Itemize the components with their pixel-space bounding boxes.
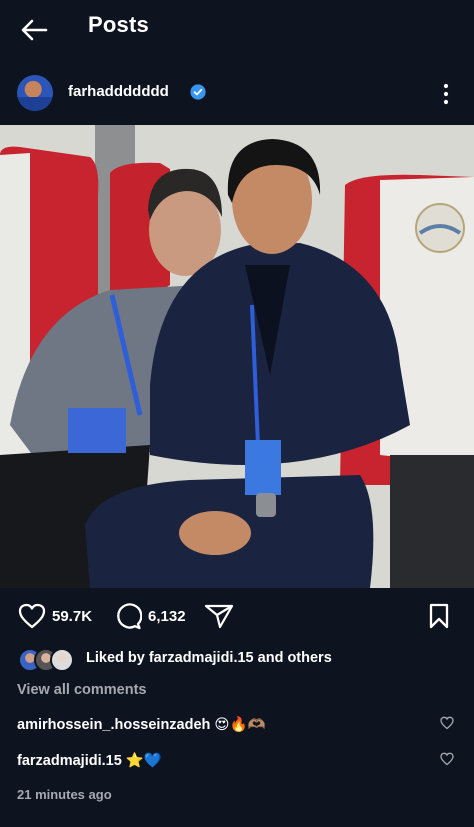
- heart-icon: [18, 603, 46, 629]
- liker-avatar: [50, 648, 74, 672]
- avatar[interactable]: [17, 75, 53, 111]
- comment-like-heart-icon[interactable]: [440, 716, 454, 730]
- comment-text: farzadmajidi.15 ⭐💙: [17, 753, 162, 769]
- post-author-row: farhaddddddd: [0, 72, 474, 116]
- post-username[interactable]: farhaddddddd: [68, 83, 169, 100]
- view-all-comments-link[interactable]: View all comments: [17, 682, 146, 698]
- more-options-icon[interactable]: [436, 82, 456, 106]
- share-button[interactable]: [204, 602, 234, 630]
- comment-like-heart-icon[interactable]: [440, 752, 454, 766]
- liked-by-row[interactable]: Liked by farzadmajidi.15 and others: [0, 646, 474, 672]
- verified-badge-icon: [190, 84, 206, 100]
- paper-plane-icon: [204, 604, 234, 629]
- bookmark-icon: [429, 603, 449, 629]
- back-arrow-icon[interactable]: [18, 14, 50, 46]
- post-timestamp: 21 minutes ago: [17, 787, 112, 802]
- comment-button[interactable]: 6,132: [114, 602, 186, 630]
- comment-text: amirhossein_.hosseinzadeh 😍🔥🫶🏽: [17, 717, 266, 733]
- comment-row: amirhossein_.hosseinzadeh 😍🔥🫶🏽: [0, 712, 474, 738]
- page-title: Posts: [88, 12, 149, 37]
- liked-by-text: Liked by farzadmajidi.15 and others: [86, 650, 332, 666]
- likes-count: 59.7K: [52, 607, 93, 625]
- top-bar: Posts: [0, 0, 474, 58]
- post-actions: 59.7K 6,132: [0, 598, 474, 638]
- comment-row: farzadmajidi.15 ⭐💙: [0, 748, 474, 774]
- save-button[interactable]: [428, 602, 450, 630]
- like-button[interactable]: 59.7K: [18, 602, 92, 630]
- comments-count: 6,132: [148, 607, 186, 625]
- comment-bubble-icon: [117, 603, 142, 630]
- post-image[interactable]: [0, 125, 474, 588]
